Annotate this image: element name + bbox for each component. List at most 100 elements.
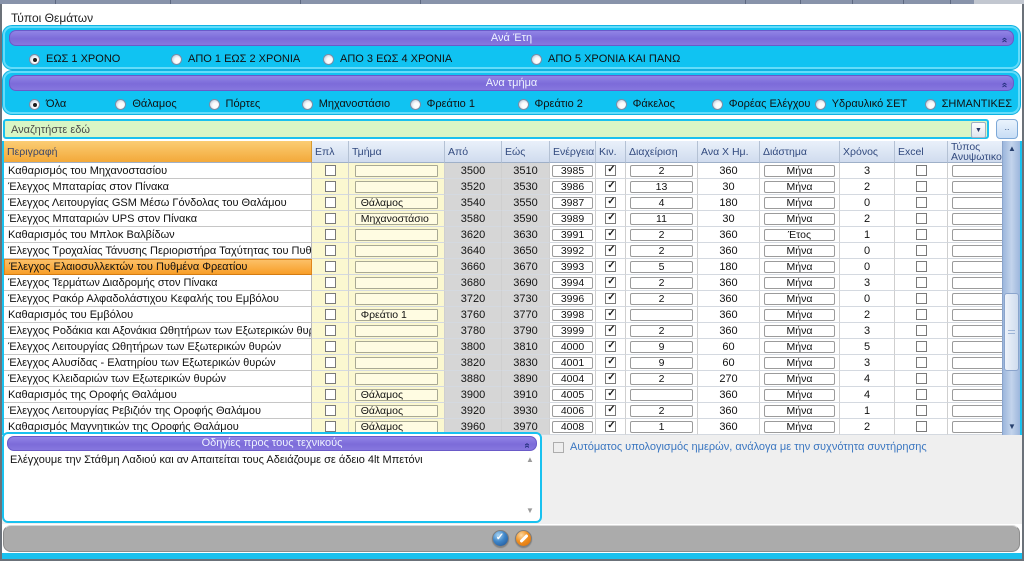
diaxeirisi-field[interactable]: 4 bbox=[630, 197, 694, 209]
column-header-tmima[interactable]: Τμήμα bbox=[349, 141, 445, 163]
epl-checkbox[interactable] bbox=[325, 213, 336, 224]
diaxeirisi-field[interactable]: 13 bbox=[630, 181, 694, 193]
chevron-down-icon[interactable]: ▼ bbox=[971, 122, 986, 138]
tmima-field[interactable] bbox=[355, 293, 439, 305]
scroll-up-icon[interactable]: ▲ bbox=[1003, 141, 1021, 157]
kin-checkbox[interactable] bbox=[605, 373, 616, 384]
column-header-diastima[interactable]: Διάστημα bbox=[760, 141, 840, 163]
excel-checkbox[interactable] bbox=[916, 213, 927, 224]
diaxeirisi-field[interactable]: 11 bbox=[630, 213, 694, 225]
radio-option-sections-9[interactable]: ΣΗΜΑΝΤΙΚΕΣ bbox=[925, 98, 1012, 110]
epl-checkbox[interactable] bbox=[325, 325, 336, 336]
diastima-field[interactable]: Μήνα bbox=[764, 341, 835, 353]
tmima-field[interactable] bbox=[355, 373, 439, 385]
energeia-field[interactable]: 3985 bbox=[552, 165, 593, 177]
tmima-field[interactable]: Φρεάτιο 1 bbox=[355, 309, 439, 321]
kin-checkbox[interactable] bbox=[605, 389, 616, 400]
kin-checkbox[interactable] bbox=[605, 261, 616, 272]
kin-checkbox[interactable] bbox=[605, 293, 616, 304]
energeia-field[interactable]: 3991 bbox=[552, 229, 593, 241]
epl-checkbox[interactable] bbox=[325, 309, 336, 320]
column-header-apo[interactable]: Από bbox=[445, 141, 502, 163]
epl-checkbox[interactable] bbox=[325, 421, 336, 432]
excel-checkbox[interactable] bbox=[916, 389, 927, 400]
diaxeirisi-field[interactable]: 2 bbox=[630, 165, 694, 177]
diaxeirisi-field[interactable]: 2 bbox=[630, 405, 694, 417]
radio-icon[interactable] bbox=[925, 99, 936, 110]
energeia-field[interactable]: 3987 bbox=[552, 197, 593, 209]
epl-checkbox[interactable] bbox=[325, 341, 336, 352]
diaxeirisi-field[interactable]: 2 bbox=[630, 229, 694, 241]
diastima-field[interactable]: Μήνα bbox=[764, 421, 835, 433]
energeia-field[interactable]: 3989 bbox=[552, 213, 593, 225]
chevrons-up-icon[interactable]: « bbox=[997, 82, 1011, 86]
table-row[interactable]: Έλεγχος Τερμάτων Διαδρομής στον Πίνακα36… bbox=[4, 275, 1020, 291]
excel-checkbox[interactable] bbox=[916, 181, 927, 192]
diaxeirisi-field[interactable]: 2 bbox=[630, 293, 694, 305]
radio-option-sections-8[interactable]: Υδραυλικό ΣΕΤ bbox=[815, 98, 925, 110]
cell-desc[interactable]: Καθαρισμός της Οροφής Θαλάμου bbox=[4, 387, 312, 403]
diastima-field[interactable]: Μήνα bbox=[764, 373, 835, 385]
kin-checkbox[interactable] bbox=[605, 197, 616, 208]
diastima-field[interactable]: Μήνα bbox=[764, 245, 835, 257]
excel-checkbox[interactable] bbox=[916, 197, 927, 208]
radio-option-years-3[interactable]: ΑΠΟ 5 ΧΡΟΝΙΑ ΚΑΙ ΠΑΝΩ bbox=[531, 53, 680, 65]
diastima-field[interactable]: Μήνα bbox=[764, 405, 835, 417]
radio-option-sections-7[interactable]: Φορέας Ελέγχου bbox=[712, 98, 815, 110]
table-row[interactable]: Καθαρισμός του ΕμβόλουΦρεάτιο 1376037703… bbox=[4, 307, 1020, 323]
radio-icon[interactable] bbox=[209, 99, 220, 110]
diastima-field[interactable]: Μήνα bbox=[764, 261, 835, 273]
chevrons-up-icon[interactable]: « bbox=[997, 37, 1011, 41]
cell-desc[interactable]: Έλεγχος Λειτουργίας Ωθητήρων των Εξωτερι… bbox=[4, 339, 312, 355]
epl-checkbox[interactable] bbox=[325, 357, 336, 368]
cell-desc[interactable]: Έλεγχος Τερμάτων Διαδρομής στον Πίνακα bbox=[4, 275, 312, 291]
tmima-field[interactable]: Θάλαμος bbox=[355, 197, 439, 209]
radio-option-sections-3[interactable]: Μηχανοστάσιο bbox=[302, 98, 410, 110]
tmima-field[interactable] bbox=[355, 341, 439, 353]
kin-checkbox[interactable] bbox=[605, 341, 616, 352]
epl-checkbox[interactable] bbox=[325, 245, 336, 256]
excel-checkbox[interactable] bbox=[916, 309, 927, 320]
tmima-field[interactable] bbox=[355, 277, 439, 289]
diaxeirisi-field[interactable] bbox=[630, 389, 694, 401]
epl-checkbox[interactable] bbox=[325, 181, 336, 192]
column-header-ana_x[interactable]: Ανα Χ Ημ. bbox=[698, 141, 760, 163]
radio-icon[interactable] bbox=[171, 54, 182, 65]
radio-icon[interactable] bbox=[518, 99, 529, 110]
epl-checkbox[interactable] bbox=[325, 197, 336, 208]
cell-desc[interactable]: Έλεγχος Ελαιοσυλλεκτών του Πυθμένα Φρεατ… bbox=[4, 259, 312, 275]
epl-checkbox[interactable] bbox=[325, 373, 336, 384]
radio-icon[interactable] bbox=[815, 99, 826, 110]
energeia-field[interactable]: 4004 bbox=[552, 373, 593, 385]
textarea-scroll-up-icon[interactable]: ▲ bbox=[526, 456, 536, 464]
energeia-field[interactable]: 4000 bbox=[552, 341, 593, 353]
diaxeirisi-field[interactable]: 9 bbox=[630, 341, 694, 353]
kin-checkbox[interactable] bbox=[605, 229, 616, 240]
diaxeirisi-field[interactable]: 2 bbox=[630, 277, 694, 289]
column-header-excel[interactable]: Excel bbox=[895, 141, 948, 163]
chevrons-up-icon[interactable]: « bbox=[521, 443, 534, 447]
tmima-field[interactable] bbox=[355, 229, 439, 241]
column-header-xronos[interactable]: Χρόνος bbox=[840, 141, 895, 163]
energeia-field[interactable]: 4001 bbox=[552, 357, 593, 369]
diaxeirisi-field[interactable]: 2 bbox=[630, 373, 694, 385]
instructions-textarea[interactable]: Ελέγχουμε την Στάθμη Λαδιού και αν Απαιτ… bbox=[7, 453, 537, 518]
table-row[interactable]: Έλεγχος Λειτουργίας Ρεβιζιόν της Οροφής … bbox=[4, 403, 1020, 419]
epl-checkbox[interactable] bbox=[325, 261, 336, 272]
radio-icon[interactable] bbox=[323, 54, 334, 65]
table-row[interactable]: Καθαρισμός του Μηχανοστασίου350035103985… bbox=[4, 163, 1020, 179]
table-row[interactable]: Καθαρισμός του Μπλοκ Βαλβίδων36203630399… bbox=[4, 227, 1020, 243]
cell-desc[interactable]: Έλεγχος Λειτουργίας Ρεβιζιόν της Οροφής … bbox=[4, 403, 312, 419]
kin-checkbox[interactable] bbox=[605, 421, 616, 432]
diastima-field[interactable]: Έτος bbox=[764, 229, 835, 241]
excel-checkbox[interactable] bbox=[916, 341, 927, 352]
radio-option-sections-6[interactable]: Φάκελος bbox=[616, 98, 712, 110]
cell-desc[interactable]: Έλεγχος Μπαταρίας στον Πίνακα bbox=[4, 179, 312, 195]
energeia-field[interactable]: 4005 bbox=[552, 389, 593, 401]
diastima-field[interactable]: Μήνα bbox=[764, 389, 835, 401]
table-row[interactable]: Έλεγχος Μπαταρίας στον Πίνακα35203530398… bbox=[4, 179, 1020, 195]
tmima-field[interactable] bbox=[355, 325, 439, 337]
radio-icon[interactable] bbox=[616, 99, 627, 110]
epl-checkbox[interactable] bbox=[325, 405, 336, 416]
search-more-button[interactable]: .. bbox=[996, 119, 1018, 139]
